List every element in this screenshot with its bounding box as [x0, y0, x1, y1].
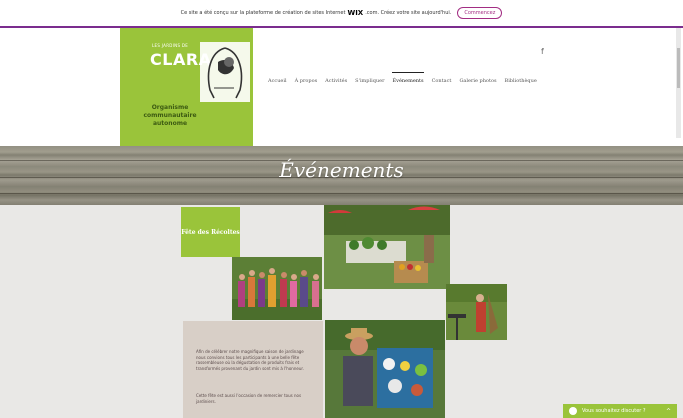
gardener-emblem-icon	[200, 42, 250, 102]
org-line-2: communautaire	[143, 112, 197, 119]
nav-item-evenements[interactable]: Événements	[392, 72, 424, 84]
nav-item-a-propos[interactable]: À propos	[295, 78, 318, 84]
nav-item-galerie-photos[interactable]: Galerie photos	[459, 78, 496, 84]
wood-plank-line	[0, 193, 683, 194]
chevron-up-icon[interactable]: ^	[666, 408, 671, 415]
event-description-card: Afin de célébrer notre magnifique saison…	[183, 321, 323, 418]
group-photo[interactable]	[232, 257, 322, 320]
market-photo[interactable]	[324, 205, 450, 289]
scrollbar-thumb[interactable]	[677, 48, 680, 88]
main-nav: Accueil À propos Activités S'impliquer É…	[268, 72, 537, 84]
nav-item-activites[interactable]: Activités	[325, 78, 347, 84]
wix-banner: Ce site a été conçu sur la plateforme de…	[0, 0, 683, 28]
page-title: Événements	[279, 158, 404, 182]
facebook-icon[interactable]: f	[541, 47, 544, 56]
event-description-paragraph: Afin de célébrer notre magnifique saison…	[196, 349, 304, 371]
chat-widget[interactable]: Vous souhaitez discuter ? ^	[563, 404, 677, 418]
wix-banner-text-2: .com. Créez votre site aujourd'hui.	[365, 10, 452, 16]
chat-bubble-icon	[569, 407, 577, 415]
wix-banner-text: Ce site a été conçu sur la plateforme de…	[180, 10, 346, 16]
logo-subtitle: LES JARDINS DE	[152, 43, 189, 48]
nav-item-accueil[interactable]: Accueil	[268, 78, 287, 84]
harp-player-photo[interactable]	[446, 284, 507, 340]
nav-item-simpliquer[interactable]: S'impliquer	[355, 78, 384, 84]
page-scrollbar[interactable]	[676, 28, 681, 138]
organization-description: Organisme communautaire autonome	[120, 104, 220, 128]
org-line-3: autonome	[152, 120, 188, 127]
painter-photo[interactable]	[325, 320, 445, 418]
chat-label: Vous souhaitez discuter ?	[582, 408, 646, 414]
harvest-party-tile[interactable]: Fête des Récoltes	[181, 207, 240, 257]
wix-logo[interactable]: WIX	[347, 9, 363, 17]
site-logo[interactable]: LES JARDINS DE CLARA Organisme communaut…	[120, 28, 253, 146]
nav-item-bibliotheque[interactable]: Bibliothèque	[505, 78, 537, 84]
nav-item-contact[interactable]: Contact	[432, 78, 452, 84]
org-line-1: Organisme	[151, 104, 189, 111]
event-description-paragraph-2: Cette fête est aussi l'occasion de remer…	[196, 393, 302, 404]
start-button[interactable]: Commencez	[457, 7, 503, 19]
harvest-party-title: Fête des Récoltes	[181, 228, 240, 236]
